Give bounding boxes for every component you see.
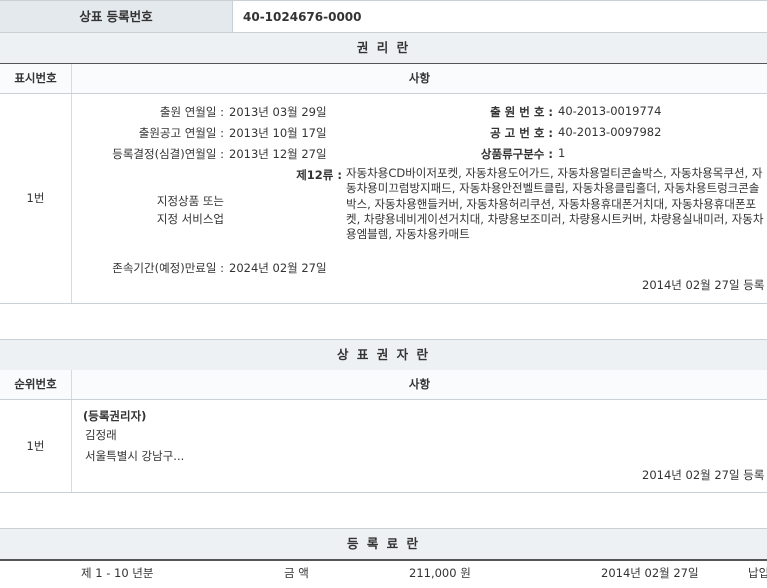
designated-goods-label-line2: 지정 서비스업	[156, 212, 224, 226]
registration-number-label: 상표 등록번호	[0, 1, 233, 33]
rights-row-number: 1번	[26, 191, 45, 205]
publication-number: 40-2013-0097982	[558, 125, 662, 139]
application-date: 2013년 03월 29일	[229, 105, 327, 119]
designated-goods-list: 자동차용CD바이저포켓, 자동차용도어가드, 자동차용멀티콘솔박스, 자동차용목…	[346, 166, 764, 242]
registration-number-bar: 상표 등록번호 40-1024676-0000	[0, 0, 767, 34]
publication-date: 2013년 10월 17일	[229, 126, 327, 140]
fee-amount: 211,000 원	[409, 566, 471, 580]
rights-header-matters: 사항	[408, 71, 431, 85]
rights-header-number: 표시번호	[0, 64, 72, 93]
fee-amount-label: 금 액	[284, 566, 309, 580]
holder-header-number: 순위번호	[0, 370, 72, 399]
decision-date-label: 등록결정(심결)연월일 :	[112, 147, 224, 161]
fee-paid-date: 2014년 02월 27일	[601, 566, 699, 580]
fee-section-title: 등 록 료 란	[0, 528, 767, 561]
holder-table-header: 순위번호 사항	[0, 370, 767, 400]
designated-goods-label-line1: 지정상품 또는	[156, 194, 224, 208]
holder-section-title: 상 표 권 자 란	[0, 339, 767, 372]
expiry-date: 2024년 02월 27일	[229, 261, 327, 275]
holder-row-number: 1번	[26, 439, 45, 453]
fee-row: 제 1 - 10 년분 금 액 211,000 원 2014년 02월 27일 …	[0, 561, 767, 588]
goods-class-label: 제12류 :	[296, 168, 342, 182]
holder-table-row: 1번 (등록권리자) 김정래 서울특별시 강남구... 2014년 02월 27…	[0, 400, 767, 493]
class-count: 1	[558, 146, 566, 160]
holder-address: 서울특별시 강남구...	[85, 449, 185, 463]
fee-status: 납입	[748, 566, 767, 580]
rights-table-row: 1번 출원 연월일 : 2013년 03월 29일 출 원 번 호 : 40-2…	[0, 94, 767, 304]
holder-registration-date: 2014년 02월 27일 등록	[642, 468, 765, 482]
application-number: 40-2013-0019774	[558, 104, 662, 118]
rights-section-title: 권 리 란	[0, 32, 767, 65]
holder-header-matters: 사항	[408, 377, 431, 391]
application-number-label: 출 원 번 호 :	[490, 105, 553, 119]
rights-table-header: 표시번호 사항	[0, 64, 767, 94]
application-date-label: 출원 연월일 :	[159, 105, 224, 119]
holder-type: (등록권리자)	[83, 409, 147, 423]
holder-name: 김정래	[85, 428, 117, 442]
publication-date-label: 출원공고 연월일 :	[138, 126, 224, 140]
registration-number-value: 40-1024676-0000	[243, 10, 362, 24]
rights-registration-date: 2014년 02월 27일 등록	[642, 278, 765, 292]
decision-date: 2013년 12월 27일	[229, 147, 327, 161]
publication-number-label: 공 고 번 호 :	[490, 126, 553, 140]
class-count-label: 상품류구분수 :	[480, 147, 553, 161]
expiry-date-label: 존속기간(예정)만료일 :	[112, 261, 224, 275]
fee-period: 제 1 - 10 년분	[81, 566, 154, 580]
